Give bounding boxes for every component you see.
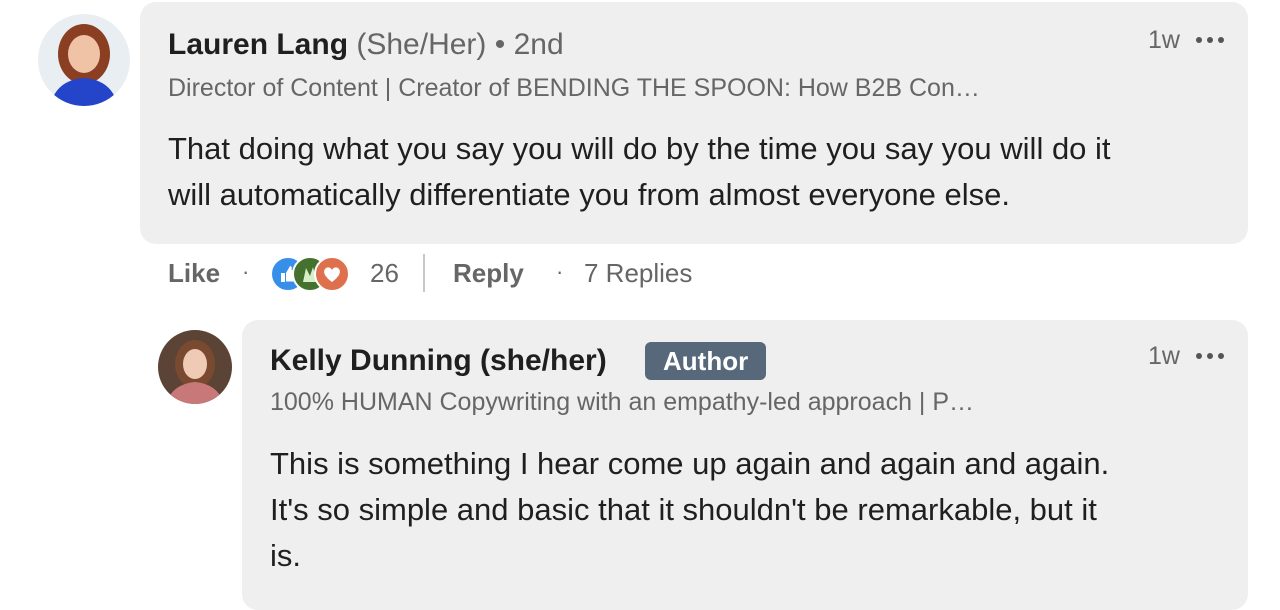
divider [423, 254, 425, 292]
reply-author-name[interactable]: Kelly Dunning (she/her) [270, 344, 607, 378]
replies-count-link[interactable]: 7 Replies [584, 258, 692, 289]
reply-timestamp: 1w [1148, 342, 1180, 370]
avatar[interactable] [158, 330, 232, 404]
more-options-icon[interactable] [1196, 37, 1224, 43]
author-headline: Director of Content | Creator of BENDING… [168, 74, 980, 102]
comment-text-line: will automatically differentiate you fro… [168, 177, 1010, 212]
separator-dot: · [242, 259, 250, 284]
author-pronouns: (She/Her) [356, 28, 487, 61]
more-options-icon[interactable] [1196, 353, 1224, 359]
connection-degree: • 2nd [494, 28, 564, 61]
reply-text-line: It's so simple and basic that it shouldn… [270, 492, 1097, 527]
reply-text-line: is. [270, 538, 301, 573]
comment-text-line: That doing what you say you will do by t… [168, 131, 1111, 166]
comment-timestamp: 1w [1148, 26, 1180, 54]
comment-author-name[interactable]: Lauren Lang (She/Her) • 2nd [168, 28, 564, 62]
love-icon [314, 256, 350, 292]
like-button[interactable]: Like [168, 258, 220, 289]
reaction-count[interactable]: 26 [370, 258, 399, 289]
separator-dot: · [556, 259, 564, 284]
reply-button[interactable]: Reply [453, 258, 524, 289]
author-name[interactable]: Lauren Lang [168, 28, 348, 61]
comment-text: That doing what you say you will do by t… [168, 126, 1111, 218]
reactions-summary[interactable] [270, 256, 370, 292]
avatar[interactable] [38, 14, 130, 106]
reply-text: This is something I hear come up again a… [270, 441, 1109, 579]
author-badge: Author [645, 342, 767, 380]
reply-text-line: This is something I hear come up again a… [270, 446, 1110, 481]
author-headline: 100% HUMAN Copywriting with an empathy-l… [270, 388, 975, 416]
